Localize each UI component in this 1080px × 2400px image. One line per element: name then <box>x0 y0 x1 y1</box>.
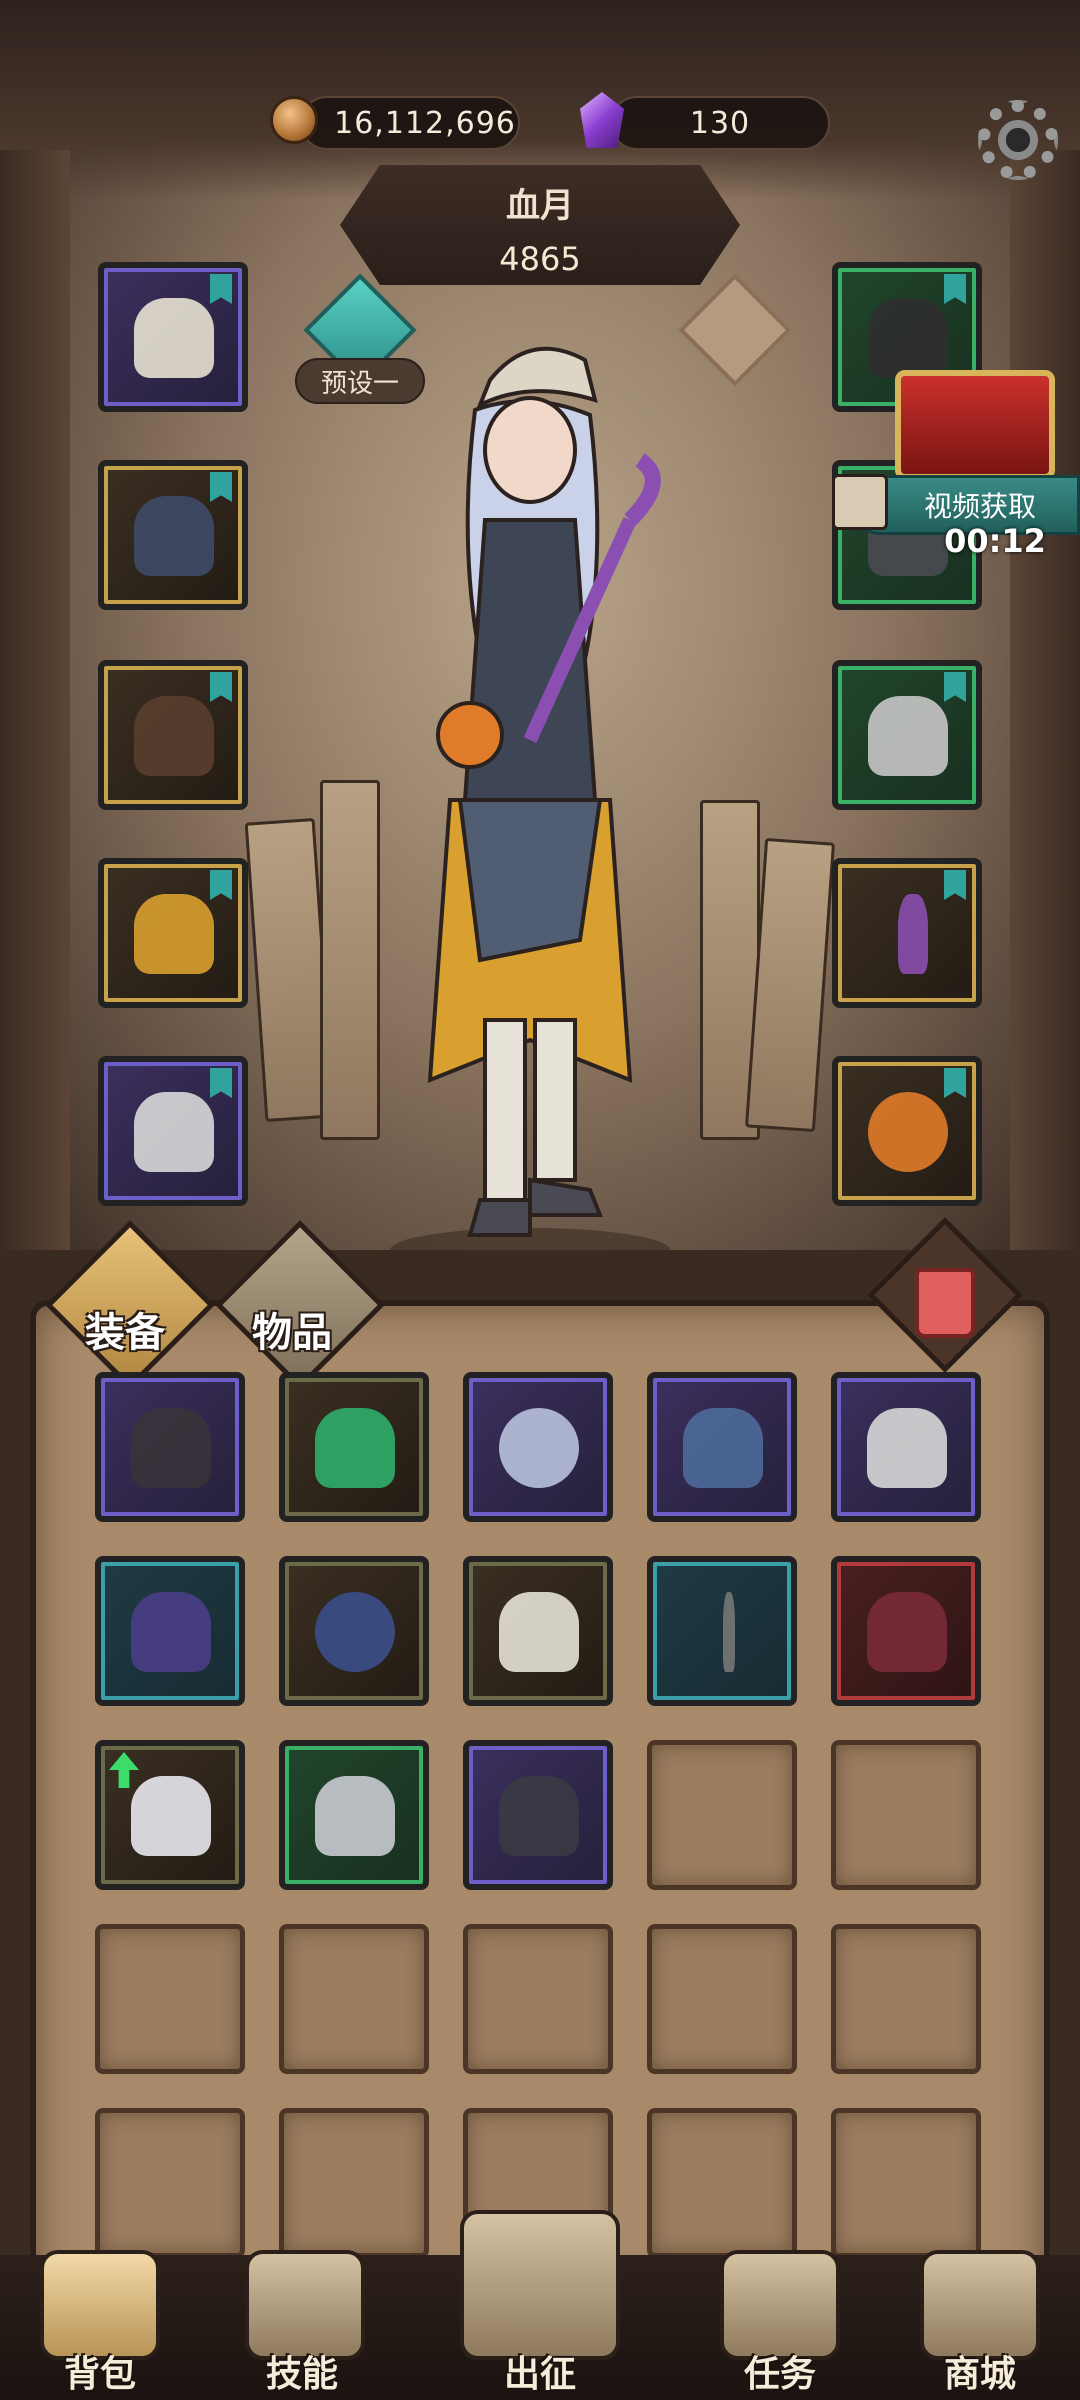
nav-quests[interactable]: 任务 <box>700 2345 860 2397</box>
skills-icon[interactable] <box>245 2250 365 2360</box>
equipped-flag-icon <box>210 1068 232 1098</box>
equip-slot-amulet[interactable] <box>832 660 982 810</box>
equipped-flag-icon <box>210 472 232 502</box>
gold-amount: 16,112,696 <box>334 105 516 141</box>
white-hat-icon <box>131 1776 211 1856</box>
upgrade-arrow-icon <box>109 1752 139 1788</box>
equipped-flag-icon <box>944 274 966 304</box>
nav-skills[interactable]: 技能 <box>222 2345 382 2397</box>
equipped-flag-icon <box>210 870 232 900</box>
tattered-robe-icon <box>499 1776 579 1856</box>
equip-slot-staff[interactable] <box>832 858 982 1008</box>
hat-icon <box>134 298 214 378</box>
reward-timer: 00:12 <box>944 522 1046 560</box>
helmet-pendant-icon <box>683 1408 763 1488</box>
equip-slot-gloves[interactable] <box>98 660 248 810</box>
character-portrait <box>390 346 670 1272</box>
inventory-slot-empty[interactable] <box>95 1924 245 2074</box>
necklace-icon <box>868 298 948 378</box>
inventory-slot[interactable] <box>279 1372 429 1522</box>
wizard-hat-icon <box>131 1592 211 1672</box>
inventory-slot-empty[interactable] <box>463 1924 613 2074</box>
staff-icon <box>898 894 928 974</box>
hourglass-pendant-icon <box>867 1408 947 1488</box>
gem-counter: 130 <box>610 96 830 150</box>
inventory-slot[interactable] <box>463 1372 613 1522</box>
equipped-flag-icon <box>944 1068 966 1098</box>
equip-slot-orb[interactable] <box>832 1056 982 1206</box>
equipped-flag-icon <box>210 274 232 304</box>
quests-icon[interactable] <box>720 2250 840 2360</box>
inventory-slot-empty[interactable] <box>831 2108 981 2258</box>
inventory-slot-empty[interactable] <box>647 2108 797 2258</box>
nav-battle[interactable]: 出征 <box>460 2345 620 2397</box>
red-glove-icon <box>867 1592 947 1672</box>
white-shirt-icon <box>499 1592 579 1672</box>
equip-slot-skirt[interactable] <box>98 858 248 1008</box>
inventory-slot[interactable] <box>95 1556 245 1706</box>
inventory-slot[interactable] <box>647 1372 797 1522</box>
inventory-slot[interactable] <box>279 1740 429 1890</box>
treasure-chest-icon[interactable] <box>895 370 1055 480</box>
inventory-slot-empty[interactable] <box>279 1924 429 2074</box>
skirt-icon <box>134 894 214 974</box>
tab-items[interactable]: 物品 <box>252 1300 332 1358</box>
video-reward-label: 视频获取 <box>923 490 1036 523</box>
inventory-slot[interactable] <box>463 1556 613 1706</box>
emerald-amulet-icon <box>315 1408 395 1488</box>
gold-counter: 16,112,696 <box>300 96 520 150</box>
inventory-slot-empty[interactable] <box>831 1924 981 2074</box>
inventory-slot[interactable] <box>463 1740 613 1890</box>
inventory-slot-empty[interactable] <box>279 2108 429 2258</box>
character-name: 血月 <box>506 186 574 226</box>
nav-shop[interactable]: 商城 <box>900 2345 1060 2397</box>
inventory-slot[interactable] <box>95 1372 245 1522</box>
magnifier-wand-icon <box>499 1408 579 1488</box>
trash-icon[interactable] <box>915 1268 975 1338</box>
right-frame <box>1010 150 1080 1250</box>
dress-icon <box>134 496 214 576</box>
shop-icon[interactable] <box>920 2250 1040 2360</box>
inventory-slot-empty[interactable] <box>831 1740 981 1890</box>
inventory-slot[interactable] <box>95 1740 245 1890</box>
gem-amount: 130 <box>689 105 751 141</box>
backpack-icon[interactable] <box>40 2250 160 2360</box>
video-icon <box>832 474 888 530</box>
nav-backpack[interactable]: 背包 <box>20 2345 180 2397</box>
boots-icon <box>131 1408 211 1488</box>
equipped-flag-icon <box>944 870 966 900</box>
inventory-slot[interactable] <box>831 1556 981 1706</box>
boots-icon <box>134 1092 214 1172</box>
equip-slot-boots[interactable] <box>98 1056 248 1206</box>
inventory-slot-empty[interactable] <box>95 2108 245 2258</box>
dark-wand-icon <box>723 1592 735 1672</box>
battle-icon[interactable] <box>460 2210 620 2360</box>
left-frame <box>0 150 70 1250</box>
inventory-slot[interactable] <box>279 1556 429 1706</box>
orb-icon <box>868 1092 948 1172</box>
equip-slot-dress[interactable] <box>98 460 248 610</box>
settings-gear-icon[interactable] <box>978 100 1058 180</box>
inventory-slot-empty[interactable] <box>647 1740 797 1890</box>
equipped-flag-icon <box>210 672 232 702</box>
blue-ring-icon <box>315 1592 395 1672</box>
inventory-slot-empty[interactable] <box>647 1924 797 2074</box>
character-power: 4865 <box>499 240 581 278</box>
amulet-icon <box>868 696 948 776</box>
coin-icon <box>270 96 318 144</box>
ruffled-dress-icon <box>315 1776 395 1856</box>
equipped-flag-icon <box>944 672 966 702</box>
equip-slot-hat[interactable] <box>98 262 248 412</box>
inventory-slot[interactable] <box>647 1556 797 1706</box>
tab-equipment[interactable]: 装备 <box>85 1300 165 1358</box>
wood-plank <box>320 780 380 1140</box>
gloves-icon <box>134 696 214 776</box>
inventory-slot[interactable] <box>831 1372 981 1522</box>
